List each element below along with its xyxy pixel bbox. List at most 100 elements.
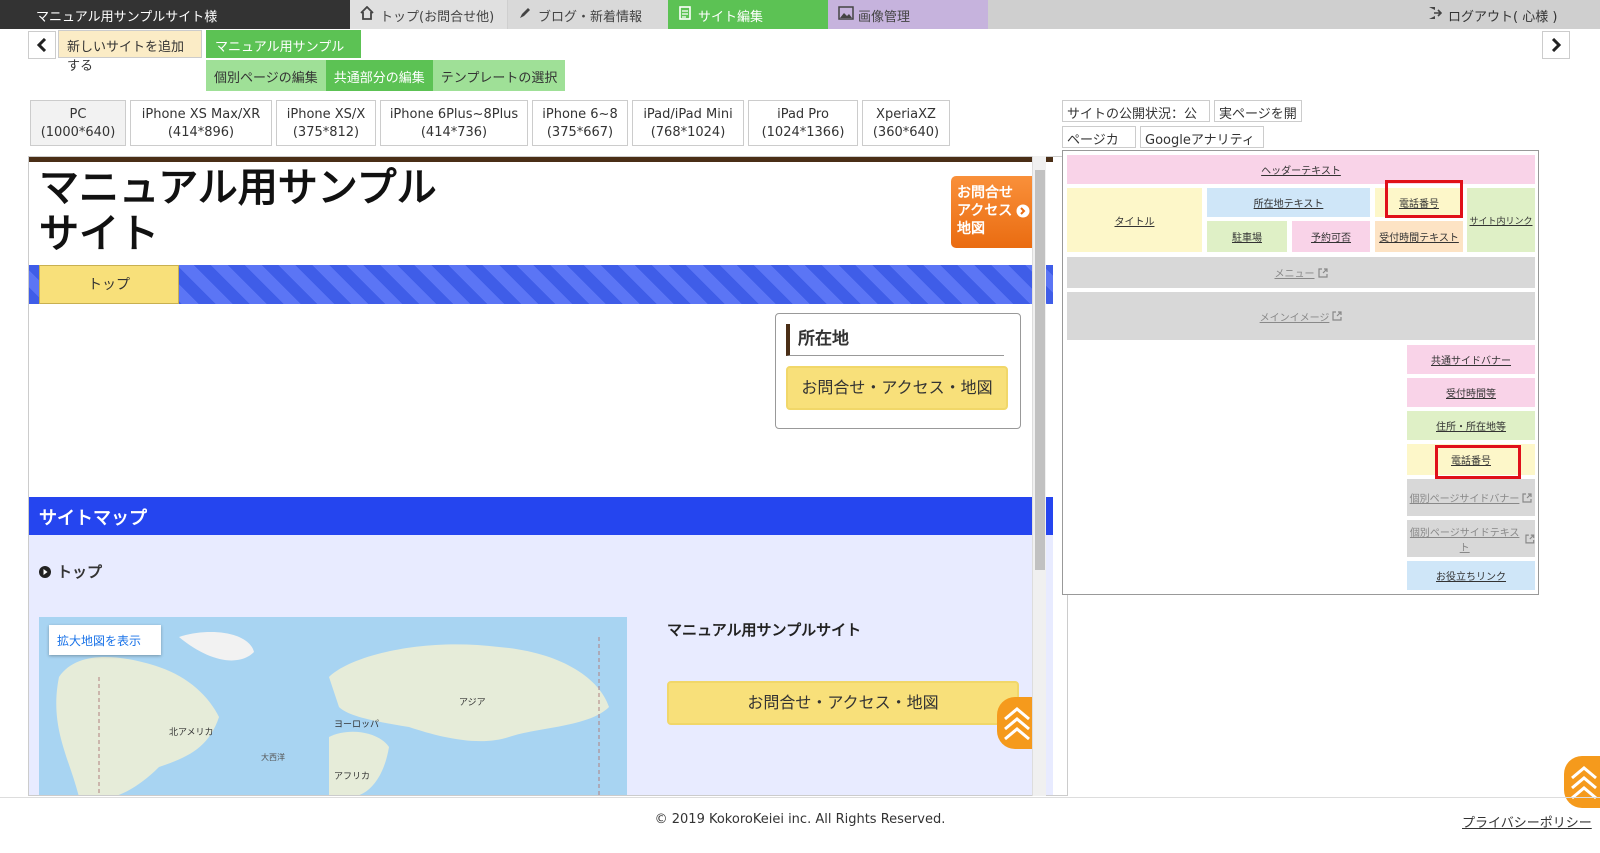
device-xperia[interactable]: XperiaXZ (360*640) — [862, 100, 950, 146]
publish-status-button[interactable]: サイトの公開状況：公開 — [1062, 100, 1210, 141]
tab-home-label: トップ(お問合せ他) — [380, 10, 495, 25]
device-iphone-xs[interactable]: iPhone XS/X (375*812) — [276, 100, 376, 146]
block-main-image[interactable]: メインイメージ — [1067, 292, 1535, 340]
preview-top-line — [29, 157, 1053, 162]
privacy-policy-link[interactable]: プライバシーポリシー — [1462, 812, 1592, 831]
block-hours[interactable]: 受付時間等 — [1407, 378, 1535, 407]
layout-editor: ヘッダーテキスト タイトル 所在地テキスト 電話番号 サイト内リンク 駐車場 予… — [1062, 150, 1539, 595]
preview-nav-bar: トップ — [29, 265, 1053, 304]
contact-banner-line: お問合せ — [957, 185, 1013, 201]
preview-site-title: マニュアル用サンプル サイト — [39, 165, 479, 257]
block-menu-label: メニュー — [1274, 269, 1315, 280]
device-iphone-6[interactable]: iPhone 6~8 (375*667) — [532, 100, 628, 146]
chevron-left-icon — [36, 38, 47, 52]
device-iphone-xs-max[interactable]: iPhone XS Max/XR (414*896) — [130, 100, 272, 146]
page-top-button-main[interactable] — [1564, 756, 1600, 808]
preview-scrollbar[interactable] — [1032, 156, 1046, 796]
copyright: © 2019 KokoroKeiei inc. All Rights Reser… — [654, 812, 946, 827]
analytics-button[interactable]: Googleアナリティクス — [1140, 126, 1264, 167]
block-common-banner[interactable]: 共通サイドバナー — [1407, 345, 1535, 374]
device-size: (1024*1366) — [761, 125, 845, 140]
subtab-template-select[interactable]: テンプレートの選択 — [432, 60, 566, 91]
location-contact-button[interactable]: お問合せ・アクセス・地図 — [786, 366, 1008, 410]
block-phone-side[interactable]: 電話番号 — [1407, 444, 1535, 475]
tab-blog[interactable]: ブログ・新着情報 — [508, 0, 668, 29]
block-address-text[interactable]: 所在地テキスト — [1207, 188, 1370, 217]
tab-home[interactable]: トップ(お問合せ他) — [350, 0, 507, 29]
site-name-label: マニュアル用サンプルサイト様 — [0, 0, 350, 29]
device-selector: PC (1000*640) iPhone XS Max/XR (414*896) i… — [30, 100, 950, 146]
preview-title-line: マニュアル用サンプル — [39, 165, 437, 211]
block-main-image-label: メインイメージ — [1259, 312, 1330, 324]
sitemap-link-top[interactable]: トップ — [39, 561, 102, 582]
tab-blog-label: ブログ・新着情報 — [538, 10, 643, 25]
block-page-side-text-label: 個別ページサイドテキスト — [1409, 527, 1520, 554]
device-ipad[interactable]: iPad/iPad Mini (768*1024) — [632, 100, 744, 146]
site-preview: マニュアル用サンプル サイト お問合せ アクセス 地図 トップ 所在地 お問合せ… — [28, 156, 1068, 796]
device-name: iPhone 6~8 — [542, 107, 618, 122]
play-circle-icon — [39, 565, 51, 578]
subtab-page-edit[interactable]: 個別ページの編集 — [206, 60, 326, 91]
map-label: アジア — [459, 698, 486, 708]
device-pc[interactable]: PC (1000*640) — [30, 100, 126, 146]
scroll-right-button[interactable] — [1542, 31, 1570, 59]
map-label: 大西洋 — [261, 752, 285, 762]
subtab-common-edit[interactable]: 共通部分の編集 — [325, 60, 433, 91]
map-label: 北アメリカ — [169, 727, 214, 738]
document-icon — [678, 6, 692, 20]
preview-nav-top[interactable]: トップ — [39, 265, 179, 304]
chevron-right-icon — [1551, 38, 1562, 52]
device-name: iPhone XS Max/XR — [141, 107, 261, 122]
page-color-button[interactable]: ページカラー — [1062, 126, 1136, 167]
block-menu[interactable]: メニュー — [1067, 257, 1535, 288]
arrow-circle-icon — [1016, 204, 1030, 218]
block-page-side-banner[interactable]: 個別ページサイドバナー — [1407, 479, 1535, 516]
block-page-side-text[interactable]: 個別ページサイドテキスト — [1407, 520, 1535, 557]
device-size: (360*640) — [872, 125, 940, 140]
device-name: iPad/iPad Mini — [643, 107, 733, 122]
contact-banner-line: アクセス — [957, 202, 1035, 220]
tab-image-manage[interactable]: 画像管理 — [828, 0, 988, 29]
logout-button[interactable]: ログアウト( 心様 ) — [1428, 6, 1557, 25]
add-site-tab[interactable]: 新しいサイトを追加する — [58, 30, 202, 74]
device-size: (414*896) — [167, 125, 235, 140]
device-size: (414*736) — [420, 125, 488, 140]
pen-icon — [518, 6, 532, 20]
device-size: (375*667) — [546, 125, 614, 140]
preview-contact-button[interactable]: お問合せ・アクセス・地図 — [667, 681, 1019, 725]
preview-contact-banner[interactable]: お問合せ アクセス 地図 — [951, 176, 1041, 248]
image-icon — [838, 6, 854, 20]
contact-banner-line: 地図 — [957, 221, 985, 237]
block-phone[interactable]: 電話番号 — [1375, 188, 1463, 217]
external-link-icon — [1332, 311, 1343, 321]
block-header-text[interactable]: ヘッダーテキスト — [1067, 155, 1535, 184]
device-name: XperiaXZ — [876, 107, 936, 122]
block-hours-text[interactable]: 受付時間テキスト — [1375, 221, 1463, 252]
map-label: アフリカ — [334, 771, 370, 782]
block-address[interactable]: 住所・所在地等 — [1407, 411, 1535, 440]
map-widget[interactable]: アジア ヨーロッパ 北アメリカ 大西洋 アフリカ 拡大地図を表示 — [39, 617, 627, 795]
device-size: (768*1024) — [650, 125, 726, 140]
block-internal-link[interactable]: サイト内リンク — [1467, 188, 1535, 252]
current-site-tab[interactable]: マニュアル用サンプルサイト — [206, 30, 361, 74]
scroll-left-button[interactable] — [28, 31, 56, 59]
sitemap-heading: サイトマップ — [29, 497, 1053, 535]
device-name: PC — [69, 107, 87, 122]
scrollbar-thumb[interactable] — [1035, 170, 1045, 570]
external-link-icon — [1525, 534, 1535, 543]
sub-tabs: 個別ページの編集 共通部分の編集 テンプレートの選択 — [206, 60, 566, 91]
chevron-up-double-icon — [1004, 707, 1030, 741]
device-size: (375*812) — [292, 125, 360, 140]
block-parking[interactable]: 駐車場 — [1207, 221, 1287, 252]
preview-footer-site-name: マニュアル用サンプルサイト — [667, 621, 862, 639]
page-top-button[interactable] — [997, 697, 1033, 749]
block-title[interactable]: タイトル — [1067, 188, 1202, 252]
block-reservation[interactable]: 予約可否 — [1292, 221, 1370, 252]
device-ipad-pro[interactable]: iPad Pro (1024*1366) — [748, 100, 858, 146]
map-expand-button[interactable]: 拡大地図を表示 — [49, 625, 161, 655]
block-useful-links[interactable]: お役立ちリンク — [1407, 561, 1535, 590]
footer-divider — [0, 797, 1600, 798]
tab-site-edit[interactable]: サイト編集 — [668, 0, 828, 29]
open-page-button[interactable]: 実ページを開く — [1214, 100, 1302, 141]
device-iphone-6plus[interactable]: iPhone 6Plus~8Plus (414*736) — [380, 100, 528, 146]
